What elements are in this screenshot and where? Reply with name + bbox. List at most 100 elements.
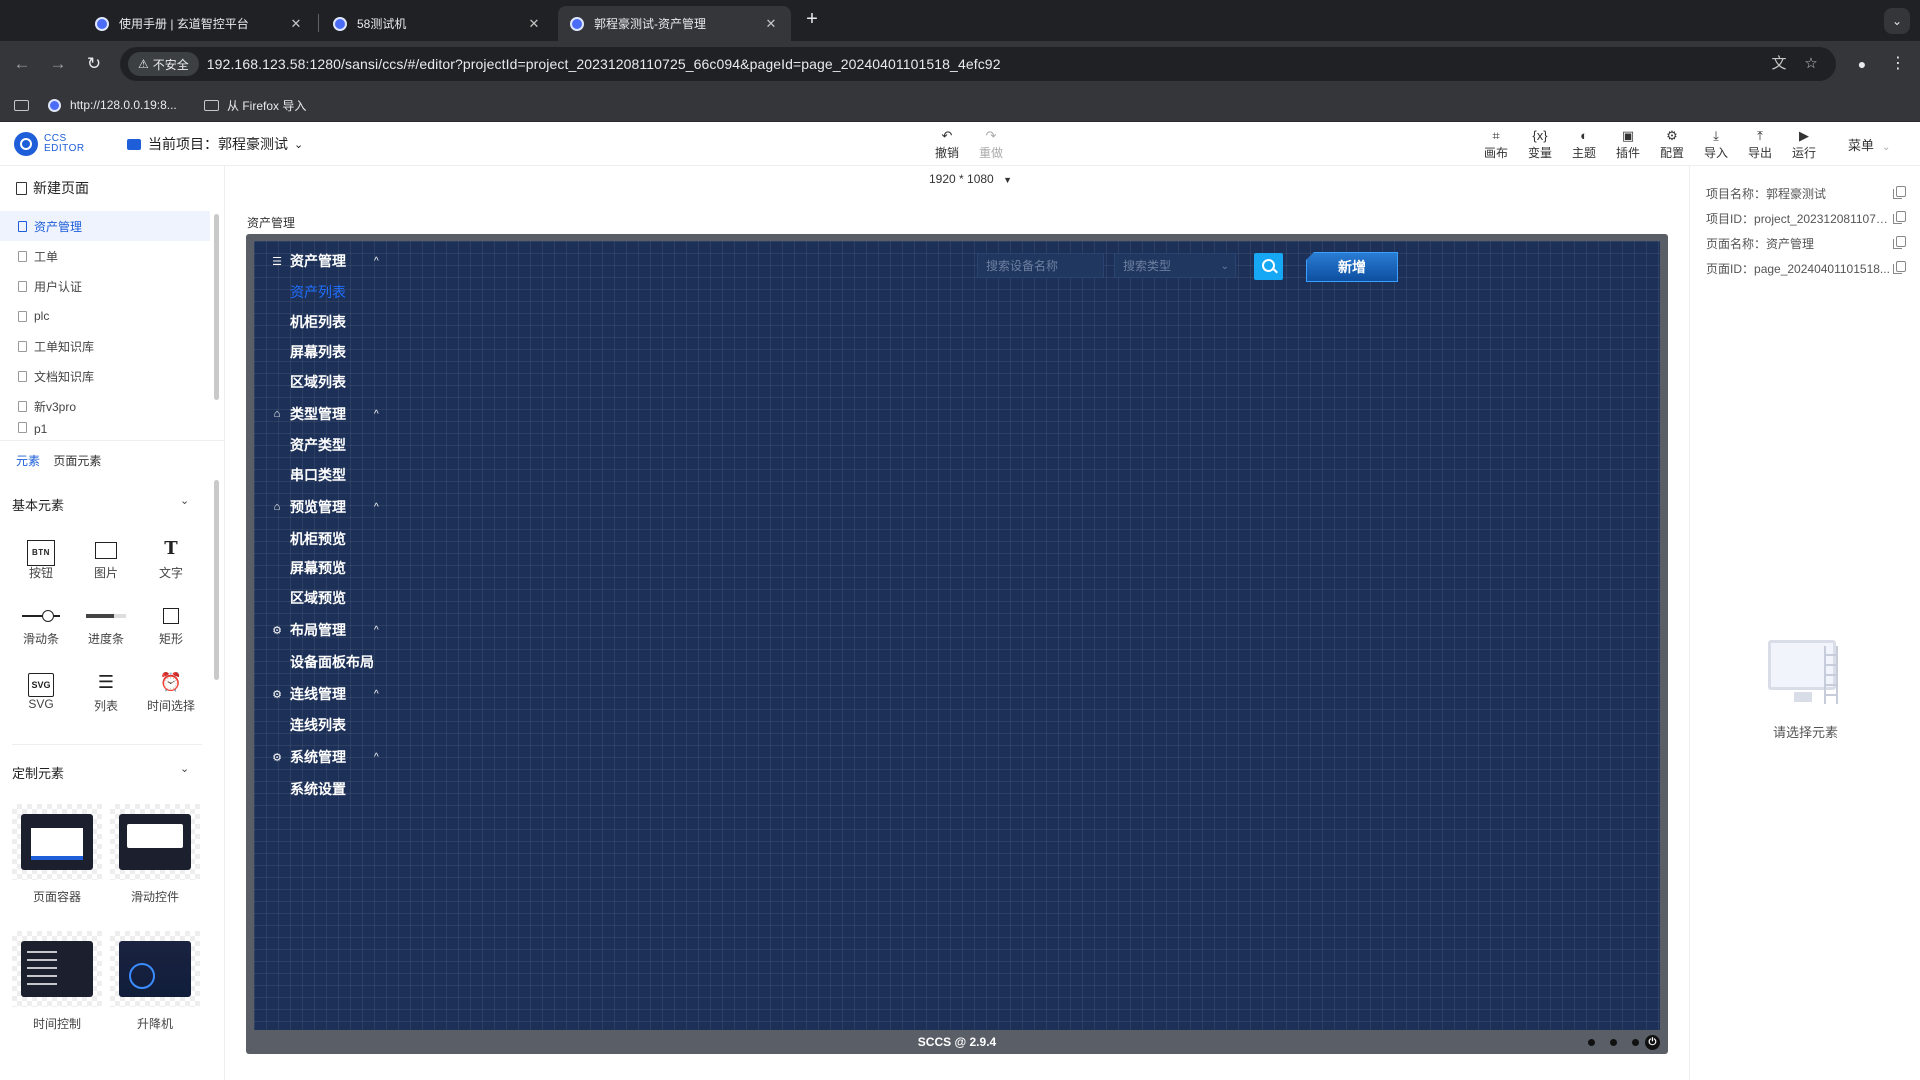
browser-tab[interactable]: 使用手册 | 玄道智控平台 ✕ xyxy=(83,6,316,41)
undo-button[interactable]: ↶ 撤销 xyxy=(927,128,967,161)
redo-button[interactable]: ↷ 重做 xyxy=(971,128,1011,161)
nav-item[interactable]: 机柜列表 xyxy=(290,312,346,332)
rect-element-tile[interactable]: 矩形 xyxy=(141,604,201,647)
nav-item[interactable]: 串口类型 xyxy=(290,465,346,485)
close-tab-icon[interactable]: ✕ xyxy=(288,16,304,32)
page-icon xyxy=(18,220,27,232)
import-button[interactable]: ⤓ 导入 xyxy=(1696,128,1736,161)
browser-tab-active[interactable]: 郭程豪测试-资产管理 ✕ xyxy=(558,6,791,41)
copy-icon[interactable] xyxy=(1893,211,1906,224)
tool-label: 导出 xyxy=(1747,146,1772,160)
nav-group-wiring[interactable]: ⚙ 连线管理 ^ xyxy=(270,684,390,704)
basic-elements-title[interactable]: 基本元素 xyxy=(12,495,64,514)
elements-scrollbar[interactable] xyxy=(214,480,219,680)
page-item[interactable]: 用户认证 xyxy=(0,271,210,301)
nav-group-layout[interactable]: ⚙ 布局管理 ^ xyxy=(270,620,390,640)
slide-control-tile[interactable]: 滑动控件 xyxy=(110,804,200,905)
list-element-tile[interactable]: ☰ 列表 xyxy=(76,671,136,714)
url-text[interactable]: 192.168.123.58:1280/sansi/ccs/#/editor?p… xyxy=(207,56,1001,72)
add-button[interactable]: 新增 xyxy=(1306,252,1398,282)
progress-element-tile[interactable]: 进度条 xyxy=(76,604,136,647)
back-icon[interactable]: ← xyxy=(10,52,34,76)
dot-icon[interactable] xyxy=(1588,1039,1595,1046)
search-button[interactable] xyxy=(1254,253,1283,280)
profile-icon[interactable]: ● xyxy=(1850,52,1874,76)
copy-icon[interactable] xyxy=(1893,261,1906,274)
page-item[interactable]: 文档知识库 xyxy=(0,361,210,391)
nav-item[interactable]: 屏幕列表 xyxy=(290,342,346,362)
bookmark-star-icon[interactable]: ☆ xyxy=(1800,53,1822,75)
menu-button[interactable]: 菜单 ⌄ xyxy=(1848,135,1890,154)
plugin-button[interactable]: ▣ 插件 xyxy=(1608,128,1648,161)
config-button[interactable]: ⚙ 配置 xyxy=(1652,128,1692,161)
nav-item[interactable]: 连线列表 xyxy=(290,715,346,735)
tool-label: 运行 xyxy=(1791,146,1816,160)
close-tab-icon[interactable]: ✕ xyxy=(763,16,779,32)
page-item[interactable]: 工单知识库 xyxy=(0,331,210,361)
text-element-tile[interactable]: T 文字 xyxy=(141,538,201,581)
button-element-tile[interactable]: BTN 按钮 xyxy=(11,538,71,581)
elevator-tile[interactable]: 升降机 xyxy=(110,931,200,1032)
nav-item[interactable]: 系统设置 xyxy=(290,779,346,799)
tab-elements[interactable]: 元素 xyxy=(16,454,40,468)
page-item[interactable]: plc xyxy=(0,301,210,331)
canvas-size-selector[interactable]: 1920 * 1080 ▼ xyxy=(929,172,1012,186)
slider-element-tile[interactable]: 滑动条 xyxy=(11,604,71,647)
security-chip[interactable]: ⚠ 不安全 xyxy=(128,52,199,76)
translate-icon[interactable]: 文 xyxy=(1768,53,1790,75)
page-list-scrollbar[interactable] xyxy=(214,214,219,400)
chevron-down-icon[interactable]: ⌄ xyxy=(180,762,189,775)
dot-icon[interactable] xyxy=(1632,1039,1639,1046)
browser-menu-icon[interactable]: ⋮ xyxy=(1886,52,1910,76)
new-page-button[interactable]: 新建页面 xyxy=(16,178,89,198)
page-container-tile[interactable]: 页面容器 xyxy=(12,804,102,905)
new-tab-button[interactable]: + xyxy=(800,8,824,32)
forward-icon[interactable]: → xyxy=(46,52,70,76)
nav-group-system[interactable]: ⚙ 系统管理 ^ xyxy=(270,747,390,767)
page-item[interactable]: 工单 xyxy=(0,241,210,271)
chevron-down-icon[interactable]: ⌄ xyxy=(180,494,189,507)
page-item-active[interactable]: 资产管理 xyxy=(0,211,210,241)
page-item[interactable]: p1 xyxy=(0,421,210,435)
browser-tab[interactable]: 58测试机 ✕ xyxy=(321,6,554,41)
tab-search-button[interactable]: ⌄ xyxy=(1884,8,1910,34)
nav-item[interactable]: 区域列表 xyxy=(290,372,346,392)
nav-item[interactable]: 机柜预览 xyxy=(290,529,346,549)
gear-icon: ⚙ xyxy=(272,624,282,637)
bookmarks-folder-icon[interactable] xyxy=(14,95,37,115)
copy-icon[interactable] xyxy=(1893,236,1906,249)
power-icon[interactable]: ⏻ xyxy=(1645,1035,1660,1050)
project-selector[interactable]: 当前项目： 郭程豪测试 ⌄ xyxy=(127,134,303,154)
nav-group-type[interactable]: ⌂ 类型管理 ^ xyxy=(270,404,390,424)
run-button[interactable]: ▶ 运行 xyxy=(1784,128,1824,161)
device-search-input[interactable]: 搜索设备名称 xyxy=(977,253,1104,278)
image-element-tile[interactable]: 图片 xyxy=(76,538,136,581)
preview-screen[interactable]: ☰ 资产管理 ^ 资产列表 机柜列表 屏幕列表 区域列表 ⌂ 类型管理 ^ 资产… xyxy=(254,241,1660,1030)
bookmark-item[interactable]: http://128.0.0.19:8... xyxy=(48,95,177,115)
reload-icon[interactable]: ↻ xyxy=(82,52,106,76)
monitor-icon: ⌂ xyxy=(273,408,281,420)
bookmark-item[interactable]: 从 Firefox 导入 xyxy=(204,95,306,115)
custom-elements-title[interactable]: 定制元素 xyxy=(12,763,64,782)
export-button[interactable]: ⤒ 导出 xyxy=(1740,128,1780,161)
nav-item-active[interactable]: 资产列表 xyxy=(290,282,346,302)
nav-group-asset[interactable]: ☰ 资产管理 ^ xyxy=(270,251,390,271)
time-control-tile[interactable]: 时间控制 xyxy=(12,931,102,1032)
theme-button[interactable]: ◐ 主题 xyxy=(1564,128,1604,161)
copy-icon[interactable] xyxy=(1893,186,1906,199)
close-tab-icon[interactable]: ✕ xyxy=(526,16,542,32)
tab-page-elements[interactable]: 页面元素 xyxy=(53,454,101,468)
nav-item[interactable]: 区域预览 xyxy=(290,588,346,608)
nav-item[interactable]: 设备面板布局 xyxy=(290,652,374,672)
nav-item[interactable]: 资产类型 xyxy=(290,435,346,455)
variable-button[interactable]: {x} 变量 xyxy=(1520,128,1560,161)
address-bar[interactable]: ⚠ 不安全 192.168.123.58:1280/sansi/ccs/#/ed… xyxy=(120,47,1836,81)
nav-item[interactable]: 屏幕预览 xyxy=(290,558,346,578)
time-picker-element-tile[interactable]: ⏰ 时间选择 xyxy=(141,671,201,714)
svg-element-tile[interactable]: SVG SVG xyxy=(11,671,71,711)
nav-group-preview[interactable]: ⌂ 预览管理 ^ xyxy=(270,497,390,517)
canvas-button[interactable]: ⌗ 画布 xyxy=(1476,128,1516,161)
dot-icon[interactable] xyxy=(1610,1039,1617,1046)
type-select[interactable]: 搜索类型 ⌄ xyxy=(1114,253,1236,278)
page-item[interactable]: 新v3pro xyxy=(0,391,210,421)
